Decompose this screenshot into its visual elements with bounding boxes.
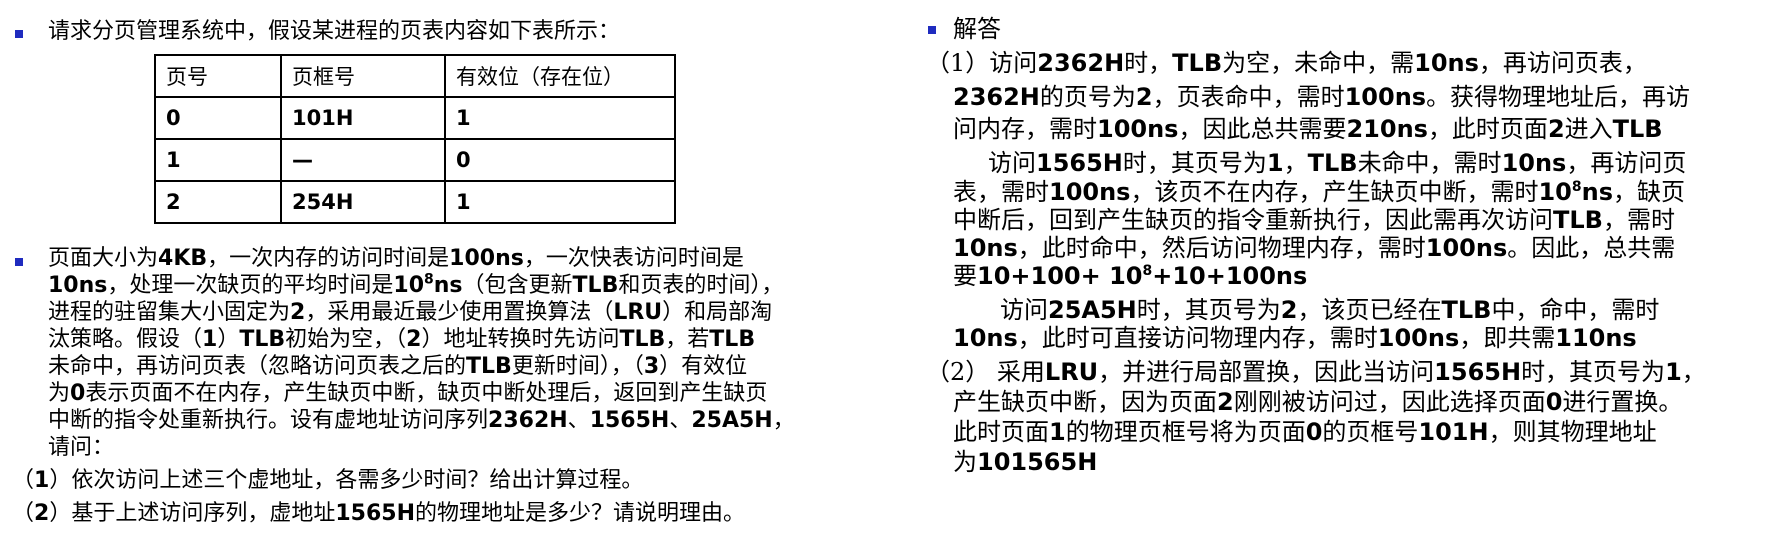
question-1: （1）依次访问上述三个虚地址，各需多少时间？给出计算过程。 — [12, 468, 644, 493]
table-row: 1 — 0 — [154, 138, 676, 182]
answer-line: 表，需时100ns，该页不在内存，产生缺页中断，需时108ns，缺页 — [953, 178, 1685, 206]
page-table: 页号 页框号 有效位（存在位） 0 101H 1 1 — 0 2 254H 1 — [154, 54, 676, 224]
table-header-cell: 页框号 — [280, 54, 446, 98]
paragraph-line: 中断的指令处重新执行。设有虚地址访问序列2362H、1565H、25A5H， — [48, 408, 795, 433]
paragraph-line: 请问： — [48, 435, 115, 460]
table-cell: 1 — [154, 138, 282, 182]
answer-line: 10ns，此时可直接访问物理内存，需时100ns，即共需110ns — [953, 324, 1637, 352]
table-cell: 254H — [280, 180, 446, 224]
bullet-icon — [15, 30, 23, 38]
table-cell: 2 — [154, 180, 282, 224]
question-2: （2）基于上述访问序列，虚地址1565H的物理地址是多少？请说明理由。 — [12, 501, 746, 526]
paragraph-line: 10ns，处理一次缺页的平均时间是108ns（包含更新TLB和页表的时间）， — [48, 271, 784, 298]
paragraph-line: 进程的驻留集大小固定为2，采用最近最少使用置换算法（LRU）和局部淘 — [48, 300, 773, 325]
answer-line: 2362H的页号为2，页表命中，需时100ns。获得物理地址后，再访 — [953, 83, 1691, 111]
answer-line: 产生缺页中断，因为页面2刚刚被访问过，因此选择页面0进行置换。 — [953, 388, 1683, 416]
table-row: 0 101H 1 — [154, 96, 676, 140]
table-cell: 101H — [280, 96, 446, 140]
answer-line: 中断后，回到产生缺页的指令重新执行，因此需再次访问TLB，需时 — [953, 206, 1675, 234]
table-cell: — — [280, 138, 446, 182]
table-cell: 1 — [444, 96, 676, 140]
answer-line: 访问25A5H时，其页号为2，该页已经在TLB中，命中，需时 — [1000, 296, 1660, 324]
table-header-cell: 有效位（存在位） — [444, 54, 676, 98]
answer-line: 访问1565H时，其页号为1，TLB未命中，需时10ns，再访问页 — [988, 149, 1687, 177]
bullet-icon — [928, 26, 936, 34]
answer-line: （2） 采用LRU，并进行局部置换，因此当访问1565H时，其页号为1， — [926, 358, 1706, 386]
table-cell: 1 — [444, 180, 676, 224]
paragraph-line: 为0表示页面不在内存，产生缺页中断，缺页中断处理后，返回到产生缺页 — [48, 381, 768, 406]
answer-line: （1）访问2362H时，TLB为空，未命中，需10ns，再访问页表， — [926, 49, 1647, 77]
answer-line: 要10+100+ 108+10+100ns — [953, 262, 1308, 290]
paragraph-line: 页面大小为4KB，一次内存的访问时间是100ns，一次快表访问时间是 — [48, 246, 744, 271]
paragraph-line: 汰策略。假设（1）TLB初始为空，（2）地址转换时先访问TLB，若TLB — [48, 327, 756, 352]
paragraph-line: 未命中，再访问页表（忽略访问页表之后的TLB更新时间），（3）有效位 — [48, 354, 748, 379]
answer-line: 10ns，此时命中，然后访问物理内存，需时100ns。因此，总共需 — [953, 234, 1676, 262]
bullet-icon — [15, 258, 23, 266]
table-header-cell: 页号 — [154, 54, 282, 98]
answer-line: 此时页面1的物理页框号将为页面0的页框号101H，则其物理地址 — [953, 418, 1657, 446]
answer-line: 为101565H — [953, 448, 1098, 476]
table-header-row: 页号 页框号 有效位（存在位） — [154, 54, 676, 98]
table-cell: 0 — [154, 96, 282, 140]
answer-heading: 解答 — [953, 15, 1001, 43]
table-row: 2 254H 1 — [154, 180, 676, 224]
intro-text: 请求分页管理系统中，假设某进程的页表内容如下表所示： — [48, 19, 621, 44]
table-cell: 0 — [444, 138, 676, 182]
answer-line: 问内存，需时100ns，因此总共需要210ns，此时页面2进入TLB — [953, 115, 1663, 143]
